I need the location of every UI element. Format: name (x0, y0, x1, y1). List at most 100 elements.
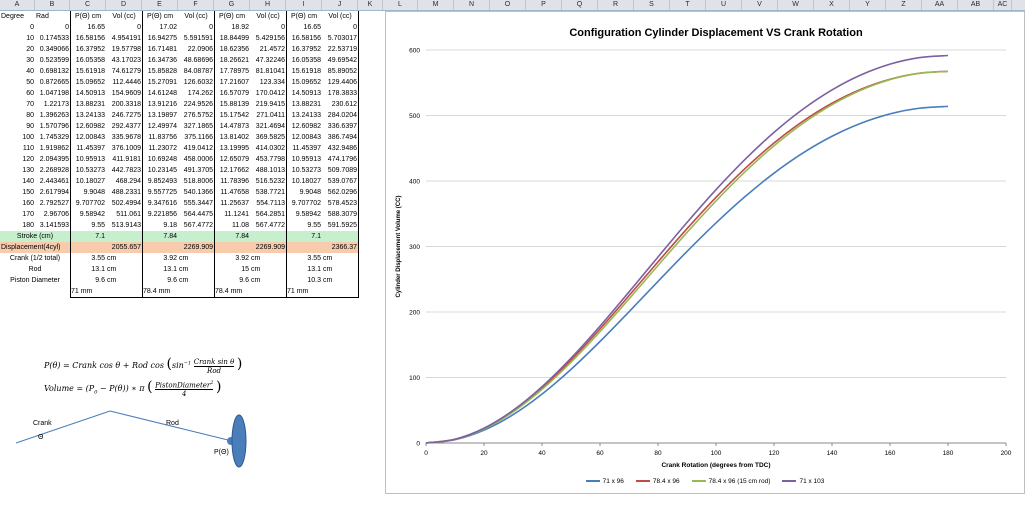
table-cell[interactable]: 9.18 (142, 220, 178, 231)
table-cell[interactable]: 126.6032 (178, 77, 214, 88)
table-cell[interactable]: 15.85828 (142, 66, 178, 77)
table-cell[interactable]: 336.6397 (322, 121, 358, 132)
table-cell[interactable]: 12.17662 (214, 165, 250, 176)
column-header-t[interactable]: T (670, 0, 706, 10)
table-cell[interactable]: 15.61918 (70, 66, 106, 77)
table-cell[interactable]: 12.60982 (286, 121, 322, 132)
config-label[interactable]: 78.4 mm (142, 286, 214, 297)
table-cell[interactable]: 13.88231 (286, 99, 322, 110)
table-cell[interactable]: 5.429156 (250, 33, 286, 44)
param-value[interactable]: 10.3 (286, 275, 322, 286)
table-cell[interactable]: 9.707702 (70, 198, 106, 209)
table-cell[interactable]: 10.53273 (286, 165, 322, 176)
table-cell[interactable]: 10.53273 (70, 165, 106, 176)
table-cell[interactable]: 0 (0, 22, 35, 33)
table-cell[interactable]: 0.349066 (35, 44, 70, 55)
table-cell[interactable]: 200.3318 (106, 99, 142, 110)
table-cell[interactable]: 376.1009 (106, 143, 142, 154)
column-header-c[interactable]: C (70, 0, 106, 10)
table-cell[interactable]: 100 (0, 132, 35, 143)
table-cell[interactable]: 84.08787 (178, 66, 214, 77)
table-cell[interactable]: 154.9609 (106, 88, 142, 99)
table-cell[interactable]: 13.24133 (286, 110, 322, 121)
param-unit[interactable]: cm (250, 253, 286, 264)
table-cell[interactable]: 554.7113 (250, 198, 286, 209)
table-cell[interactable]: 18.84499 (214, 33, 250, 44)
table-cell[interactable]: 386.7494 (322, 132, 358, 143)
stroke-value[interactable]: 7.1 (70, 231, 106, 242)
table-cell[interactable]: 2.094395 (35, 154, 70, 165)
table-cell[interactable]: 555.3447 (178, 198, 214, 209)
table-cell[interactable]: 458.0006 (178, 154, 214, 165)
table-cell[interactable]: 411.9181 (106, 154, 142, 165)
table-cell[interactable]: 19.57798 (106, 44, 142, 55)
table-cell[interactable]: 160 (0, 198, 35, 209)
table-cell[interactable]: 85.89052 (322, 66, 358, 77)
table-cell[interactable]: 375.1166 (178, 132, 214, 143)
displacement-label[interactable]: Displacement(4cyl) (0, 242, 70, 253)
table-cell[interactable]: 10.95913 (286, 154, 322, 165)
table-cell[interactable]: 130 (0, 165, 35, 176)
param-unit[interactable]: cm (178, 253, 214, 264)
column-header-r[interactable]: R (598, 0, 634, 10)
table-cell[interactable]: 13.88231 (70, 99, 106, 110)
table-cell[interactable]: 14.47873 (214, 121, 250, 132)
stroke-value[interactable]: 7.84 (214, 231, 250, 242)
table-cell[interactable]: 43.17023 (106, 55, 142, 66)
param-value[interactable]: 15 (214, 264, 250, 275)
column-header-y[interactable]: Y (850, 0, 886, 10)
table-cell[interactable]: 10.18027 (286, 176, 322, 187)
table-cell[interactable]: 15.17542 (214, 110, 250, 121)
table-cell[interactable]: 9.347616 (142, 198, 178, 209)
table-cell[interactable]: 11.1241 (214, 209, 250, 220)
table-cell[interactable]: 13.81402 (214, 132, 250, 143)
table-cell[interactable]: 16.37952 (286, 44, 322, 55)
param-value[interactable]: 13.1 (142, 264, 178, 275)
param-unit[interactable]: cm (322, 253, 358, 264)
column-header-p[interactable]: P (526, 0, 562, 10)
table-cell[interactable]: 9.557725 (142, 187, 178, 198)
table-cell[interactable]: 1.745329 (35, 132, 70, 143)
table-cell[interactable]: 1.22173 (35, 99, 70, 110)
header-cell[interactable]: P(Θ) cm (286, 11, 322, 22)
table-cell[interactable]: 81.81041 (250, 66, 286, 77)
table-cell[interactable]: 17.78975 (214, 66, 250, 77)
table-cell[interactable]: 13.19897 (142, 110, 178, 121)
table-cell[interactable]: 22.0906 (178, 44, 214, 55)
table-cell[interactable]: 276.5752 (178, 110, 214, 121)
table-cell[interactable]: 112.4446 (106, 77, 142, 88)
table-cell[interactable]: 9.852493 (142, 176, 178, 187)
table-cell[interactable]: 16.58156 (70, 33, 106, 44)
header-cell[interactable]: Vol (cc) (322, 11, 358, 22)
header-cell[interactable]: Degree (0, 11, 35, 22)
table-cell[interactable]: 16.05358 (70, 55, 106, 66)
table-cell[interactable]: 12.49974 (142, 121, 178, 132)
table-cell[interactable]: 15.09652 (286, 77, 322, 88)
table-cell[interactable]: 14.61248 (142, 88, 178, 99)
table-cell[interactable]: 539.0767 (322, 176, 358, 187)
table-cell[interactable]: 18.62356 (214, 44, 250, 55)
table-cell[interactable]: 70 (0, 99, 35, 110)
column-header-a[interactable]: A (0, 0, 35, 10)
table-cell[interactable]: 3.141593 (35, 220, 70, 231)
table-cell[interactable]: 0 (178, 22, 214, 33)
table-cell[interactable]: 2.792527 (35, 198, 70, 209)
table-cell[interactable]: 12.00843 (286, 132, 322, 143)
table-cell[interactable]: 219.9415 (250, 99, 286, 110)
table-cell[interactable]: 11.83756 (142, 132, 178, 143)
table-cell[interactable]: 518.8006 (178, 176, 214, 187)
table-cell[interactable]: 50 (0, 77, 35, 88)
table-cell[interactable]: 16.34736 (142, 55, 178, 66)
table-cell[interactable]: 90 (0, 121, 35, 132)
param-value[interactable]: 3.92 (214, 253, 250, 264)
table-cell[interactable]: 474.1796 (322, 154, 358, 165)
column-header-f[interactable]: F (178, 0, 214, 10)
column-header-l[interactable]: L (383, 0, 418, 10)
column-header-ab[interactable]: AB (958, 0, 994, 10)
table-cell[interactable]: 10 (0, 33, 35, 44)
table-cell[interactable]: 9.9048 (286, 187, 322, 198)
table-cell[interactable]: 15.88139 (214, 99, 250, 110)
displacement-value[interactable]: 2366.37 (322, 242, 358, 253)
column-header-b[interactable]: B (35, 0, 70, 10)
table-cell[interactable]: 48.68696 (178, 55, 214, 66)
